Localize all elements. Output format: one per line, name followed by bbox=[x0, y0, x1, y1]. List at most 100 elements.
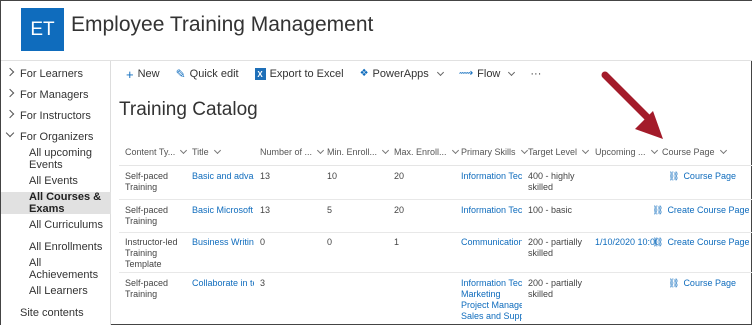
quick-edit-label: Quick edit bbox=[189, 68, 239, 80]
new-button[interactable]: + New bbox=[126, 68, 160, 81]
cell-title-link[interactable]: Basic Microsoft Exc bbox=[192, 205, 254, 216]
nav-all-enrollments[interactable]: All Enrollments bbox=[1, 236, 111, 258]
flow-label: Flow bbox=[477, 68, 501, 80]
column-header-target-level[interactable]: Target Level bbox=[528, 139, 590, 165]
create-course-page-link[interactable]: ⛓ Create Course Page bbox=[652, 237, 749, 248]
table-row[interactable]: Instructor-led Training Template Busines… bbox=[119, 233, 752, 273]
nav-label: All Courses & Exams bbox=[29, 191, 102, 215]
column-label: Primary Skills bbox=[461, 147, 516, 157]
cell-skill-link[interactable]: Information Techno bbox=[461, 205, 522, 216]
chevron-down-icon bbox=[436, 68, 444, 77]
site-logo[interactable]: ET bbox=[21, 8, 64, 51]
column-label: Course Page bbox=[662, 147, 715, 157]
cell-target-level: 200 - partially skilled bbox=[528, 278, 583, 299]
cell-number: 3 bbox=[260, 278, 266, 288]
chevron-right-icon bbox=[5, 109, 15, 119]
cell-skill-link[interactable]: Marketing bbox=[461, 289, 522, 300]
table-row[interactable]: Self-paced Training Collaborate in tear … bbox=[119, 273, 752, 325]
column-header-number[interactable]: Number of ... bbox=[260, 139, 325, 165]
link-icon: ⛓ bbox=[652, 205, 664, 215]
nav-all-learners[interactable]: All Learners bbox=[1, 280, 111, 302]
cell-content-type: Self-paced Training bbox=[125, 278, 169, 299]
nav-all-upcoming-events[interactable]: All upcoming Events bbox=[1, 147, 111, 171]
chevron-down-icon bbox=[520, 146, 528, 155]
column-header-min-enroll[interactable]: Min. Enroll... bbox=[327, 139, 390, 165]
nav-all-events[interactable]: All Events bbox=[1, 170, 111, 192]
cell-number: 13 bbox=[260, 171, 271, 181]
nav-for-organizers[interactable]: For Organizers bbox=[1, 126, 111, 148]
cell-title-link[interactable]: Collaborate in tear bbox=[192, 278, 254, 289]
column-label: Max. Enroll... bbox=[394, 147, 447, 157]
cell-title-link[interactable]: Business Writing S bbox=[192, 237, 254, 248]
column-header-course-page[interactable]: Course Page bbox=[662, 139, 727, 165]
site-title[interactable]: Employee Training Management bbox=[71, 13, 373, 37]
cell-title-link[interactable]: Basic and advance bbox=[192, 171, 254, 182]
powerapps-button[interactable]: ❖ PowerApps bbox=[359, 68, 444, 80]
nav-label: For Organizers bbox=[20, 131, 94, 143]
nav-all-achievements[interactable]: All Achievements bbox=[1, 257, 111, 281]
column-header-max-enroll[interactable]: Max. Enroll... bbox=[394, 139, 459, 165]
flow-icon: ⟿ bbox=[458, 68, 474, 79]
column-label: Content Ty... bbox=[125, 147, 176, 157]
cell-target-level: 100 - basic bbox=[528, 205, 573, 215]
chevron-down-icon bbox=[316, 146, 325, 155]
cell-skill-link[interactable]: Project Manageme bbox=[461, 300, 522, 311]
cell-upcoming-event-link[interactable]: 1/10/2020 10:00 A bbox=[595, 237, 658, 248]
nav-all-curriculums[interactable]: All Curriculums bbox=[1, 214, 111, 236]
nav-label: All Curriculums bbox=[29, 219, 103, 231]
cell-number: 13 bbox=[260, 205, 271, 215]
chevron-down-icon bbox=[719, 146, 727, 155]
column-label: Title bbox=[192, 147, 209, 157]
nav-label: All Learners bbox=[29, 285, 88, 297]
table-row[interactable]: Self-paced Training Basic Microsoft Exc … bbox=[119, 200, 752, 233]
column-label: Target Level bbox=[528, 147, 578, 157]
chevron-down-icon bbox=[213, 146, 221, 155]
column-header-title[interactable]: Title bbox=[192, 139, 221, 165]
course-page-link[interactable]: ⛓ Course Page bbox=[668, 278, 736, 289]
chevron-right-icon bbox=[5, 88, 15, 98]
nav-all-courses-exams[interactable]: All Courses & Exams bbox=[1, 191, 111, 215]
nav-label: For Instructors bbox=[20, 110, 91, 122]
cell-min-enroll: 0 bbox=[327, 237, 333, 247]
cell-content-type: Self-paced Training bbox=[125, 205, 169, 226]
nav-label: All Events bbox=[29, 175, 78, 187]
more-button[interactable]: ··· bbox=[530, 68, 541, 80]
nav-for-instructors[interactable]: For Instructors bbox=[1, 105, 111, 127]
chevron-down-icon bbox=[451, 146, 459, 155]
column-label: Min. Enroll... bbox=[327, 147, 378, 157]
cell-target-level: 400 - highly skilled bbox=[528, 171, 575, 192]
column-label: Upcoming ... bbox=[595, 147, 646, 157]
powerapps-icon: ❖ bbox=[359, 68, 369, 79]
column-header-primary-skills[interactable]: Primary Skills bbox=[461, 139, 528, 165]
export-to-excel-button[interactable]: X Export to Excel bbox=[254, 68, 344, 80]
flow-button[interactable]: ⟿ Flow bbox=[458, 68, 516, 80]
nav-for-managers[interactable]: For Managers bbox=[1, 84, 111, 106]
cell-skill-link[interactable]: Information Techno bbox=[461, 278, 522, 289]
course-page-link[interactable]: ⛓ Course Page bbox=[668, 171, 736, 182]
cell-skill-link[interactable]: Information Techno bbox=[461, 171, 522, 182]
chevron-down-icon bbox=[5, 128, 15, 138]
cell-skill-link[interactable]: Communication Sk bbox=[461, 237, 522, 248]
nav-site-contents[interactable]: Site contents bbox=[1, 302, 111, 324]
course-page-label: Course Page bbox=[683, 278, 736, 288]
nav-for-learners[interactable]: For Learners bbox=[1, 63, 111, 85]
create-course-page-link[interactable]: ⛓ Create Course Page bbox=[652, 205, 749, 216]
chevron-down-icon bbox=[180, 146, 188, 155]
chevron-down-icon bbox=[381, 146, 390, 155]
nav-label: For Managers bbox=[20, 89, 89, 101]
nav-label: For Learners bbox=[20, 68, 83, 80]
cell-max-enroll: 20 bbox=[394, 205, 405, 215]
course-page-label: Course Page bbox=[683, 171, 736, 181]
quick-edit-button[interactable]: ✎ Quick edit bbox=[176, 68, 239, 80]
cell-max-enroll: 20 bbox=[394, 171, 405, 181]
left-navigation: For Learners For Managers For Instructor… bbox=[1, 61, 111, 325]
nav-label: Site contents bbox=[20, 307, 84, 319]
table-row[interactable]: Self-paced Training Basic and advance 13… bbox=[119, 166, 752, 200]
column-label: Number of ... bbox=[260, 147, 313, 157]
cell-max-enroll: 1 bbox=[394, 237, 400, 247]
cell-skill-link[interactable]: Sales and Support bbox=[461, 311, 522, 322]
cell-content-type: Instructor-led Training Template bbox=[125, 237, 178, 269]
course-page-label: Create Course Page bbox=[667, 205, 750, 215]
column-header-content-type[interactable]: Content Ty... bbox=[125, 139, 188, 165]
cell-number: 0 bbox=[260, 237, 266, 247]
